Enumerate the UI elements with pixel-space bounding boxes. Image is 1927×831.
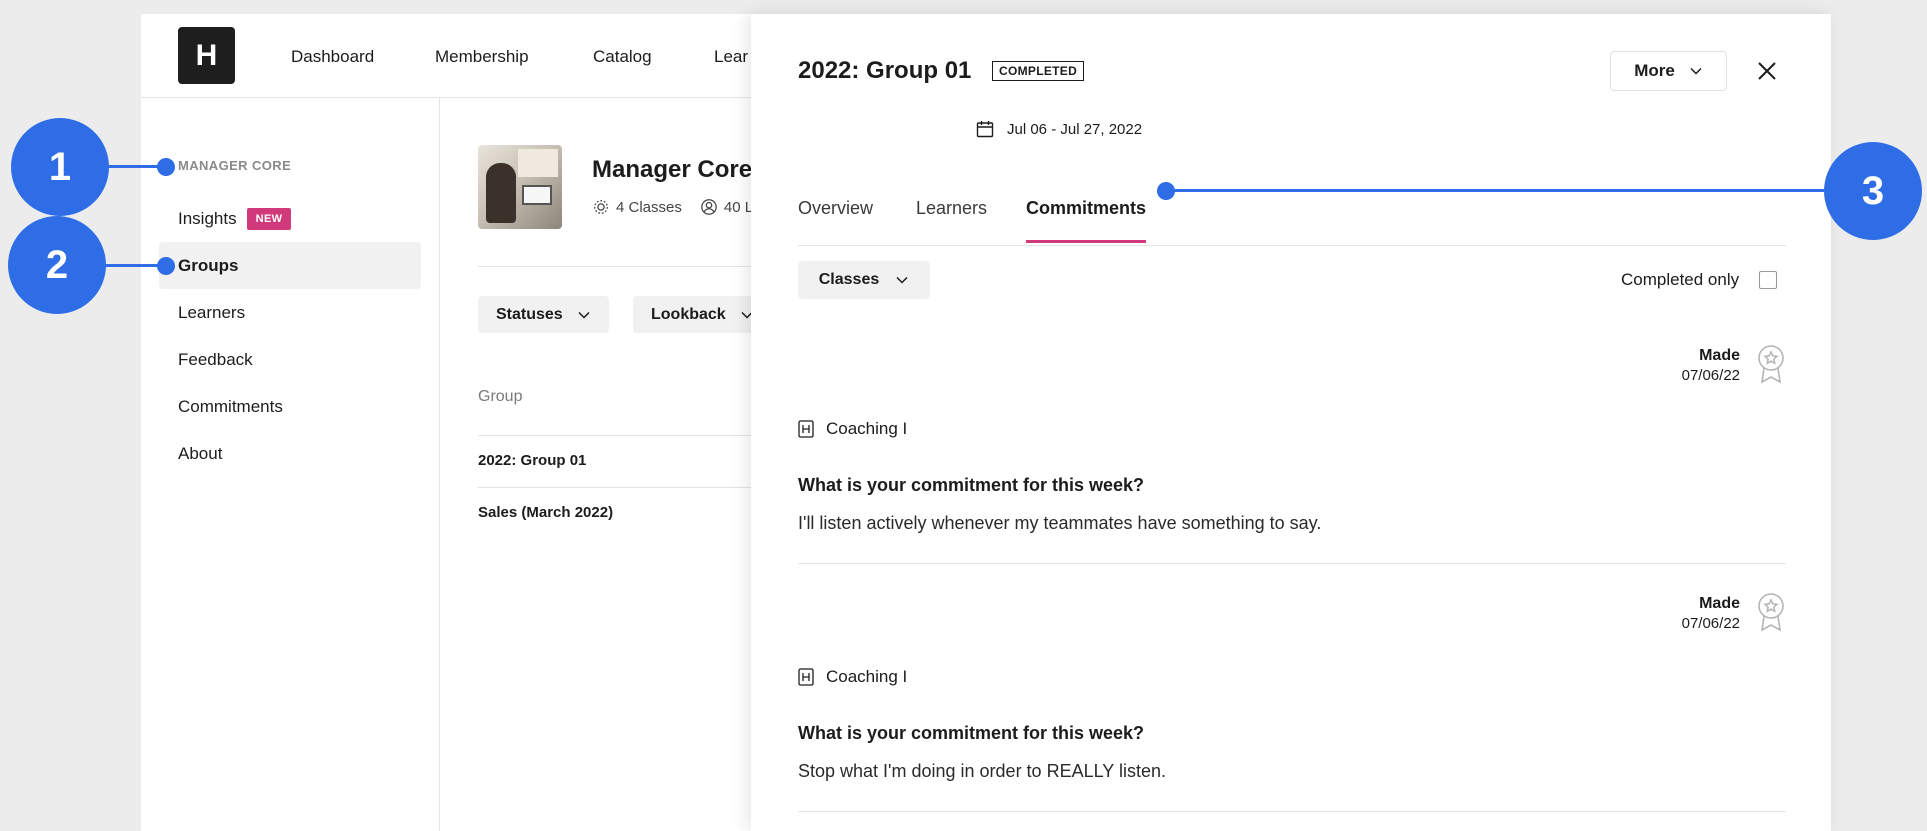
award-star-icon[interactable]: [1756, 591, 1786, 633]
made-label: Made: [1699, 347, 1740, 364]
more-button[interactable]: More: [1610, 51, 1727, 91]
sidebar: MANAGER CORE Insights NEW Groups Learner…: [141, 98, 440, 831]
app-logo[interactable]: H: [178, 27, 235, 84]
made-label: Made: [1699, 595, 1740, 612]
sidebar-item-learners[interactable]: Learners: [159, 289, 421, 336]
divider: [478, 266, 752, 267]
main-content: Manager Core 4 Classes 40 L Statuses Loo…: [440, 98, 752, 831]
calendar-icon: [976, 121, 994, 138]
nav-membership[interactable]: Membership: [435, 47, 529, 67]
completed-only-checkbox[interactable]: [1759, 271, 1778, 289]
sidebar-item-insights[interactable]: Insights NEW: [159, 195, 421, 242]
date-range: Jul 06 - Jul 27, 2022: [975, 119, 1142, 139]
learners-count: 40 L: [723, 198, 752, 216]
sidebar-item-label: Insights: [178, 208, 237, 228]
chevron-down-icon: [1690, 67, 1702, 75]
commitment-answer: Stop what I'm doing in order to REALLY l…: [798, 761, 1166, 781]
tab-learners[interactable]: Learners: [916, 198, 987, 240]
completed-only-label: Completed only: [1621, 270, 1740, 289]
callout-2: 2: [8, 216, 106, 314]
h-logo-icon: [798, 420, 814, 438]
classes-count: 4 Classes: [616, 198, 682, 216]
h-logo-icon: [798, 668, 814, 686]
lookback-label: Lookback: [651, 305, 726, 323]
table-row[interactable]: 2022: Group 01: [478, 452, 586, 469]
sidebar-item-about[interactable]: About: [159, 430, 421, 477]
sidebar-item-label: About: [178, 443, 223, 463]
class-name: Coaching I: [826, 667, 908, 686]
program-title: Manager Core: [592, 156, 752, 183]
sidebar-section-title: MANAGER CORE: [178, 158, 292, 173]
table-divider: [478, 435, 752, 436]
sidebar-item-commitments[interactable]: Commitments: [159, 383, 421, 430]
classes-filter-label: Classes: [818, 271, 880, 288]
callout-3: 3: [1824, 142, 1922, 240]
lookback-filter[interactable]: Lookback: [633, 296, 752, 333]
nav-dashboard[interactable]: Dashboard: [291, 47, 374, 67]
nav-catalog[interactable]: Catalog: [593, 47, 652, 67]
more-label: More: [1634, 61, 1675, 80]
class-tag: Coaching I: [798, 667, 907, 687]
sidebar-item-feedback[interactable]: Feedback: [159, 336, 421, 383]
callout-1-dot: [157, 158, 175, 176]
sidebar-item-label: Commitments: [178, 396, 283, 416]
commitment-question: What is your commitment for this week?: [798, 475, 1145, 495]
made-date: 07/06/22: [1681, 367, 1740, 384]
date-range-text: Jul 06 - Jul 27, 2022: [1007, 120, 1143, 138]
divider: [798, 563, 1786, 564]
learners-icon: [701, 199, 717, 215]
program-thumbnail: [478, 145, 562, 229]
table-header-group: Group: [478, 388, 523, 405]
drawer-title: 2022: Group 01: [798, 57, 972, 84]
sidebar-item-label: Feedback: [178, 349, 253, 369]
status-badge: COMPLETED: [992, 61, 1085, 81]
class-tag: Coaching I: [798, 419, 907, 439]
tab-overview[interactable]: Overview: [798, 198, 873, 240]
statuses-filter[interactable]: Statuses: [478, 296, 609, 333]
classes-icon: [594, 200, 608, 214]
divider: [798, 811, 1786, 812]
top-navigation: H Dashboard Membership Catalog Lear: [141, 14, 751, 98]
close-icon[interactable]: [1755, 59, 1779, 83]
tab-commitments[interactable]: Commitments: [1026, 198, 1147, 243]
commitment-answer: I'll listen actively whenever my teammat…: [798, 513, 1322, 533]
callout-3-dot: [1157, 182, 1175, 200]
program-meta: 4 Classes 40 L: [592, 198, 752, 216]
classes-filter[interactable]: Classes: [798, 261, 930, 299]
sidebar-item-label: Groups: [178, 255, 239, 275]
sidebar-item-groups[interactable]: Groups: [159, 242, 421, 289]
class-name: Coaching I: [826, 419, 908, 438]
completed-only-toggle[interactable]: Completed only: [1621, 270, 1778, 290]
chevron-down-icon: [896, 276, 908, 284]
callout-1: 1: [11, 118, 109, 216]
new-badge: NEW: [246, 207, 292, 230]
sidebar-item-label: Learners: [178, 302, 246, 322]
made-date: 07/06/22: [1681, 615, 1740, 632]
chevron-down-icon: [578, 311, 590, 319]
statuses-label: Statuses: [496, 305, 563, 323]
drawer-tabs: Overview Learners Commitments: [798, 174, 1786, 246]
nav-learning[interactable]: Lear: [714, 47, 748, 67]
table-divider: [478, 487, 752, 488]
group-detail-drawer: 2022: Group 01 COMPLETED More Jul 06 - J…: [751, 14, 1831, 831]
table-row[interactable]: Sales (March 2022): [478, 504, 613, 521]
callout-2-dot: [157, 257, 175, 275]
commitment-question: What is your commitment for this week?: [798, 723, 1145, 743]
callout-3-line: [1166, 189, 1836, 192]
award-star-icon[interactable]: [1756, 343, 1786, 385]
